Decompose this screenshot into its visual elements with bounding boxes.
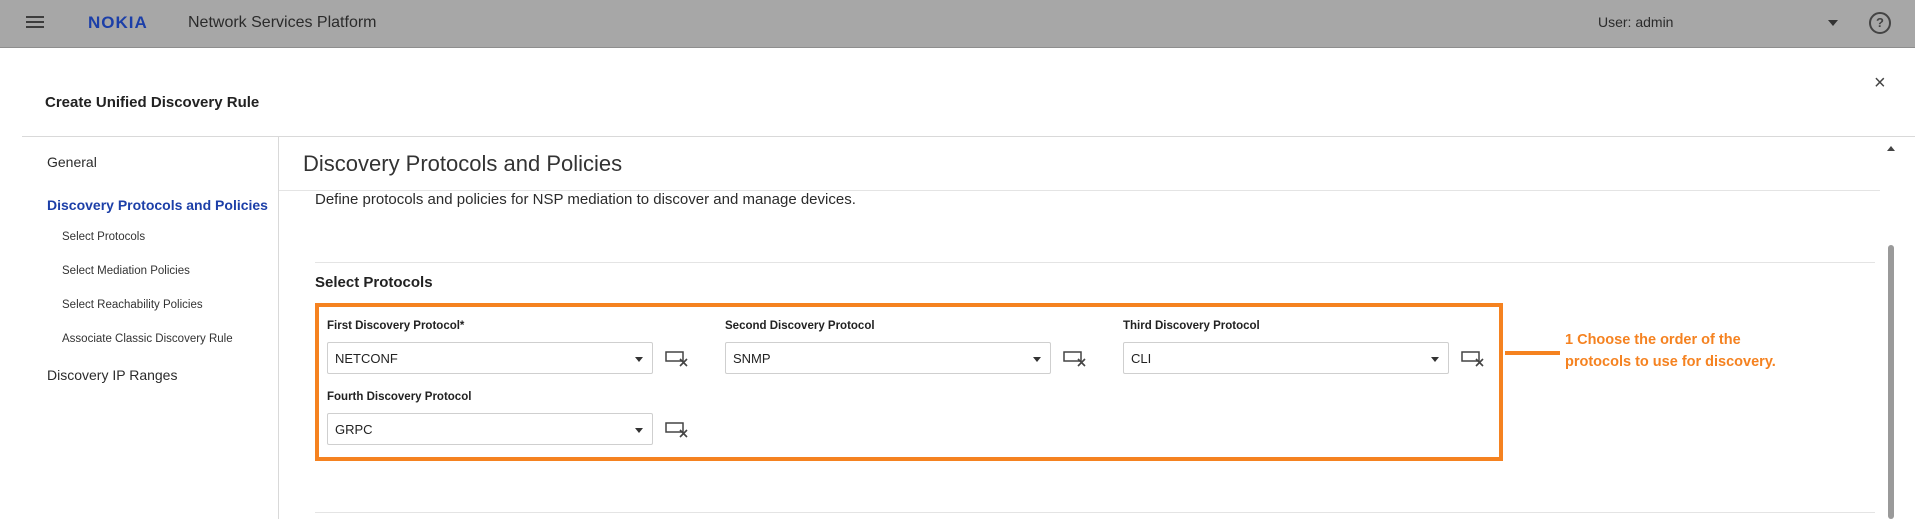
first-protocol-select[interactable]: NETCONF <box>327 342 653 374</box>
app-title: Network Services Platform <box>188 14 377 31</box>
nav-subitem-select-mediation-policies[interactable]: Select Mediation Policies <box>62 265 190 277</box>
scroll-up-icon[interactable] <box>1887 146 1895 151</box>
subsection-title: Select Protocols <box>315 274 433 291</box>
chevron-down-icon <box>635 428 643 433</box>
user-menu-caret-icon[interactable] <box>1828 20 1838 26</box>
nav-subitem-associate-classic-rule[interactable]: Associate Classic Discovery Rule <box>62 333 233 345</box>
scrollbar-thumb[interactable] <box>1888 245 1894 519</box>
nav-item-discovery-protocols[interactable]: Discovery Protocols and Policies <box>47 197 268 213</box>
fourth-protocol-select[interactable]: GRPC <box>327 413 653 445</box>
second-protocol-select[interactable]: SNMP <box>725 342 1051 374</box>
user-menu[interactable]: User: admin <box>1598 14 1673 30</box>
clear-field-icon[interactable] <box>665 420 689 438</box>
nav-subitem-select-protocols[interactable]: Select Protocols <box>62 231 145 243</box>
nav-item-general[interactable]: General <box>47 154 97 170</box>
nav-subitem-select-reachability-policies[interactable]: Select Reachability Policies <box>62 299 203 311</box>
dialog-title: Create Unified Discovery Rule <box>45 94 260 111</box>
callout-line-2: protocols to use for discovery. <box>1565 354 1776 370</box>
vertical-scrollbar[interactable] <box>1884 137 1898 519</box>
help-icon[interactable]: ? <box>1869 12 1891 34</box>
third-protocol-select[interactable]: CLI <box>1123 342 1449 374</box>
second-protocol-value: SNMP <box>733 351 771 366</box>
hamburger-icon[interactable] <box>26 16 44 30</box>
callout-line-1: 1 Choose the order of the <box>1565 332 1741 348</box>
third-protocol-label: Third Discovery Protocol <box>1123 320 1260 332</box>
third-protocol-value: CLI <box>1131 351 1152 366</box>
clear-field-icon[interactable] <box>1461 349 1485 367</box>
chevron-down-icon <box>1033 357 1041 362</box>
nav-divider <box>278 137 279 519</box>
nokia-logo: NOKIA <box>88 13 148 32</box>
header-divider <box>22 136 1915 137</box>
callout-text: 1 Choose the order of the protocols to u… <box>1565 329 1776 373</box>
second-protocol-label: Second Discovery Protocol <box>725 320 875 332</box>
subsection-divider <box>315 262 1875 263</box>
first-protocol-label: First Discovery Protocol* <box>327 320 465 332</box>
clear-field-icon[interactable] <box>1063 349 1087 367</box>
section-description: Define protocols and policies for NSP me… <box>315 191 856 208</box>
fourth-protocol-value: GRPC <box>335 422 373 437</box>
clear-field-icon[interactable] <box>665 349 689 367</box>
nav-item-discovery-ip-ranges[interactable]: Discovery IP Ranges <box>47 367 177 383</box>
chevron-down-icon <box>635 357 643 362</box>
fourth-protocol-label: Fourth Discovery Protocol <box>327 391 472 403</box>
first-protocol-value: NETCONF <box>335 351 398 366</box>
callout-connector <box>1505 351 1560 355</box>
section-title: Discovery Protocols and Policies <box>303 151 623 176</box>
top-bar: NOKIA Network Services Platform User: ad… <box>0 0 1915 48</box>
close-icon[interactable]: × <box>1874 73 1886 93</box>
chevron-down-icon <box>1431 357 1439 362</box>
bottom-divider <box>315 512 1875 513</box>
